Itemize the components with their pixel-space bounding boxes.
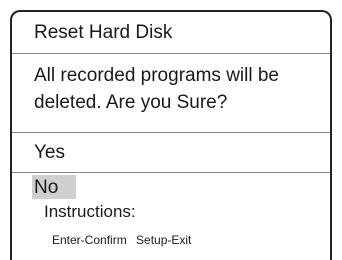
yes-option[interactable]: Yes xyxy=(12,133,330,173)
enter-confirm-hint: Enter-Confirm xyxy=(52,233,127,247)
instructions-key-hints: Enter-Confirm Setup-Exit xyxy=(52,231,191,249)
no-option[interactable]: No xyxy=(32,175,77,199)
confirmation-message-line-2: deleted. Are you Sure? xyxy=(34,92,228,113)
instructions-heading: Instructions: xyxy=(44,202,136,221)
no-option-row: No xyxy=(12,175,330,203)
dialog-title: Reset Hard Disk xyxy=(12,12,330,54)
setup-exit-hint: Setup-Exit xyxy=(136,233,192,247)
confirmation-message-line-1: All recorded programs will be xyxy=(34,65,279,86)
reset-hard-disk-dialog: Reset Hard Disk All recorded programs wi… xyxy=(10,10,332,260)
confirmation-message: All recorded programs will be deleted. A… xyxy=(12,54,330,133)
